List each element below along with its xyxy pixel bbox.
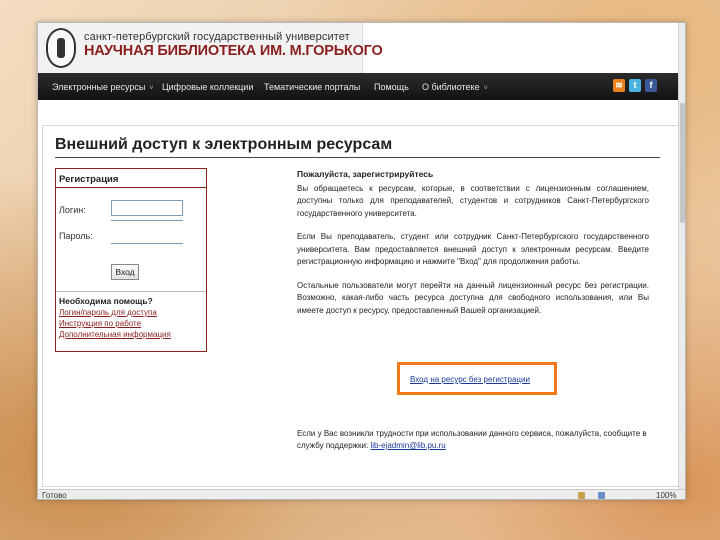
guest-access-highlight: Вход на ресурс без регистрации [397, 362, 557, 395]
browser-window: санкт-петербургский государственный унив… [37, 22, 686, 500]
chevron-down-icon: ˅ [149, 85, 154, 92]
login-heading: Регистрация [59, 174, 119, 185]
login-form: Регистрация Логин: Пароль: Вход Необходи… [55, 168, 207, 352]
twitter-icon[interactable]: t [629, 79, 641, 92]
library-logo-block[interactable]: санкт-петербургский государственный унив… [38, 23, 383, 73]
library-name: НАУЧНАЯ БИБЛИОТЕКА ИМ. М.ГОРЬКОГО [84, 43, 383, 59]
zoom-level[interactable]: 100% [656, 491, 676, 499]
nav-item-label: О библиотеке [422, 82, 480, 92]
nav-item-label: Цифровые коллекции [162, 82, 254, 92]
title-divider [55, 157, 660, 158]
nav-item-thematic-portals[interactable]: Тематические порталы [264, 82, 360, 92]
main-navigation: Электронные ресурсы ˅ Цифровые коллекции … [38, 73, 685, 100]
nav-item-label: Помощь [374, 82, 409, 92]
help-link-credentials[interactable]: Логин/пароль для доступа [59, 308, 157, 317]
page-title: Внешний доступ к электронным ресурсам [55, 136, 393, 153]
help-link-instructions[interactable]: Инструкция по работе [59, 319, 141, 328]
info-paragraph-staff: Если Вы преподаватель, студент или сотру… [297, 232, 649, 266]
nav-item-label: Тематические порталы [264, 82, 361, 92]
vertical-scrollbar[interactable] [678, 23, 685, 499]
info-paragraph-access: Вы обращаетесь к ресурсам, которые, в со… [297, 183, 649, 218]
info-text-block: Пожалуйста, зарегистрируйтесь Вы обращае… [297, 168, 649, 317]
facebook-icon[interactable]: f [645, 79, 657, 92]
password-input[interactable] [111, 243, 183, 244]
status-bar: Готово 100% [38, 489, 685, 500]
password-field-label: Пароль: [59, 231, 93, 241]
login-input[interactable] [111, 200, 183, 216]
help-divider [56, 291, 206, 292]
scrollbar-thumb[interactable] [680, 103, 685, 223]
status-text: Готово [42, 491, 67, 500]
support-contact: Если у Вас возникли трудности при исполь… [297, 428, 649, 452]
nav-item-help[interactable]: Помощь [374, 82, 409, 92]
site-header: санкт-петербургский государственный унив… [38, 23, 685, 73]
protected-mode-icon [598, 492, 605, 499]
nav-item-digital-collections[interactable]: Цифровые коллекции [162, 82, 253, 92]
support-text: Если у Вас возникли трудности при исполь… [297, 429, 647, 450]
help-link-additional-info[interactable]: Дополнительная информация [59, 330, 171, 339]
info-paragraph-others: Остальные пользователи могут перейти на … [297, 280, 649, 315]
login-field-label: Логин: [59, 205, 86, 215]
nav-item-electronic-resources[interactable]: Электронные ресурсы ˅ [52, 82, 154, 92]
login-heading-divider [56, 187, 206, 188]
nav-item-about-library[interactable]: О библиотеке ˅ [422, 82, 488, 92]
guest-access-link[interactable]: Вход на ресурс без регистрации [410, 375, 530, 384]
content-panel: Внешний доступ к электронным ресурсам Ре… [42, 125, 685, 487]
security-icon [578, 492, 585, 499]
support-email-link[interactable]: lib-ejadmin@lib.pu.ru [370, 441, 445, 450]
login-input-underline [111, 220, 183, 221]
login-submit-button[interactable]: Вход [111, 264, 139, 280]
chevron-down-icon: ˅ [483, 85, 488, 92]
info-title: Пожалуйста, зарегистрируйтесь [297, 169, 434, 179]
university-crest-icon [46, 28, 76, 68]
university-name: санкт-петербургский государственный унив… [84, 31, 350, 43]
rss-icon[interactable]: ≋ [613, 79, 625, 92]
help-title: Необходима помощь? [59, 296, 153, 306]
nav-item-label: Электронные ресурсы [52, 82, 146, 92]
